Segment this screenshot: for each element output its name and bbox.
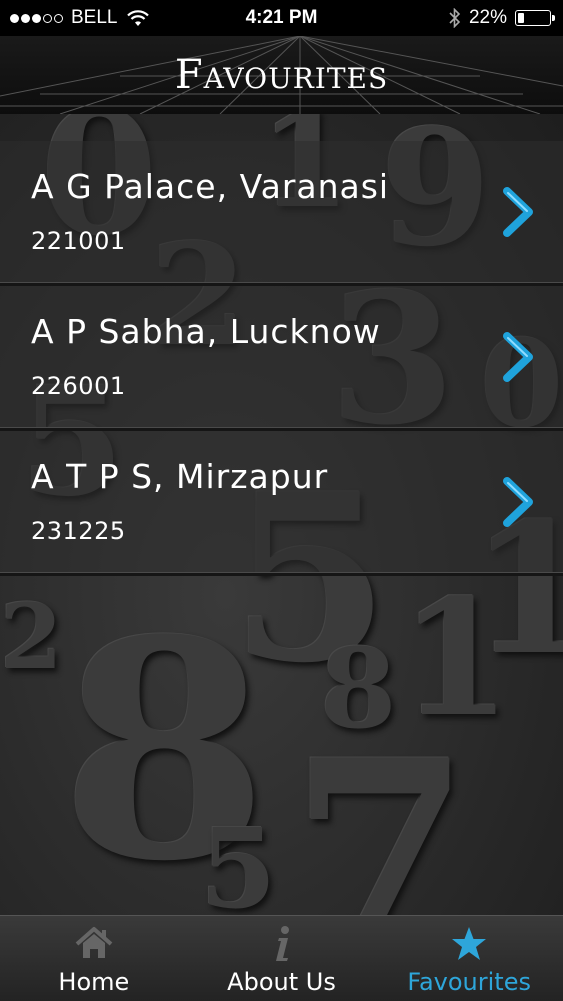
battery-percent: 22% bbox=[468, 7, 507, 28]
tab-home[interactable]: Home bbox=[0, 916, 188, 1001]
nav-header: Favourites bbox=[0, 36, 563, 114]
bluetooth-icon bbox=[449, 8, 461, 28]
battery-icon bbox=[515, 10, 555, 26]
tab-label: About Us bbox=[227, 968, 336, 996]
page-title: Favourites bbox=[174, 52, 389, 98]
list-item[interactable]: A T P S, Mirzapur 231225 bbox=[0, 431, 563, 576]
info-icon bbox=[275, 926, 289, 961]
list-item[interactable]: A G Palace, Varanasi 221001 bbox=[0, 141, 563, 286]
item-name: A G Palace, Varanasi bbox=[31, 167, 390, 206]
item-pincode: 231225 bbox=[31, 517, 126, 545]
item-pincode: 226001 bbox=[31, 372, 126, 400]
tab-label: Favourites bbox=[407, 968, 531, 996]
chevron-right-icon[interactable] bbox=[503, 477, 535, 527]
home-icon bbox=[75, 927, 113, 958]
list-item[interactable]: A P Sabha, Lucknow 226001 bbox=[0, 286, 563, 431]
tab-bar: Home About Us Favourites bbox=[0, 915, 563, 1001]
status-right: 22% bbox=[449, 7, 555, 29]
tab-favourites[interactable]: Favourites bbox=[375, 916, 563, 1001]
tab-about-us[interactable]: About Us bbox=[188, 916, 376, 1001]
favourites-list: A G Palace, Varanasi 221001 A P Sabha, L… bbox=[0, 141, 563, 576]
tab-label: Home bbox=[58, 968, 130, 996]
item-name: A T P S, Mirzapur bbox=[31, 457, 329, 496]
item-pincode: 221001 bbox=[31, 227, 126, 255]
star-icon bbox=[452, 927, 487, 960]
item-name: A P Sabha, Lucknow bbox=[31, 312, 381, 351]
chevron-right-icon[interactable] bbox=[503, 332, 535, 382]
chevron-right-icon[interactable] bbox=[503, 187, 535, 237]
status-bar: BELL 4:21 PM 22% bbox=[0, 0, 563, 36]
